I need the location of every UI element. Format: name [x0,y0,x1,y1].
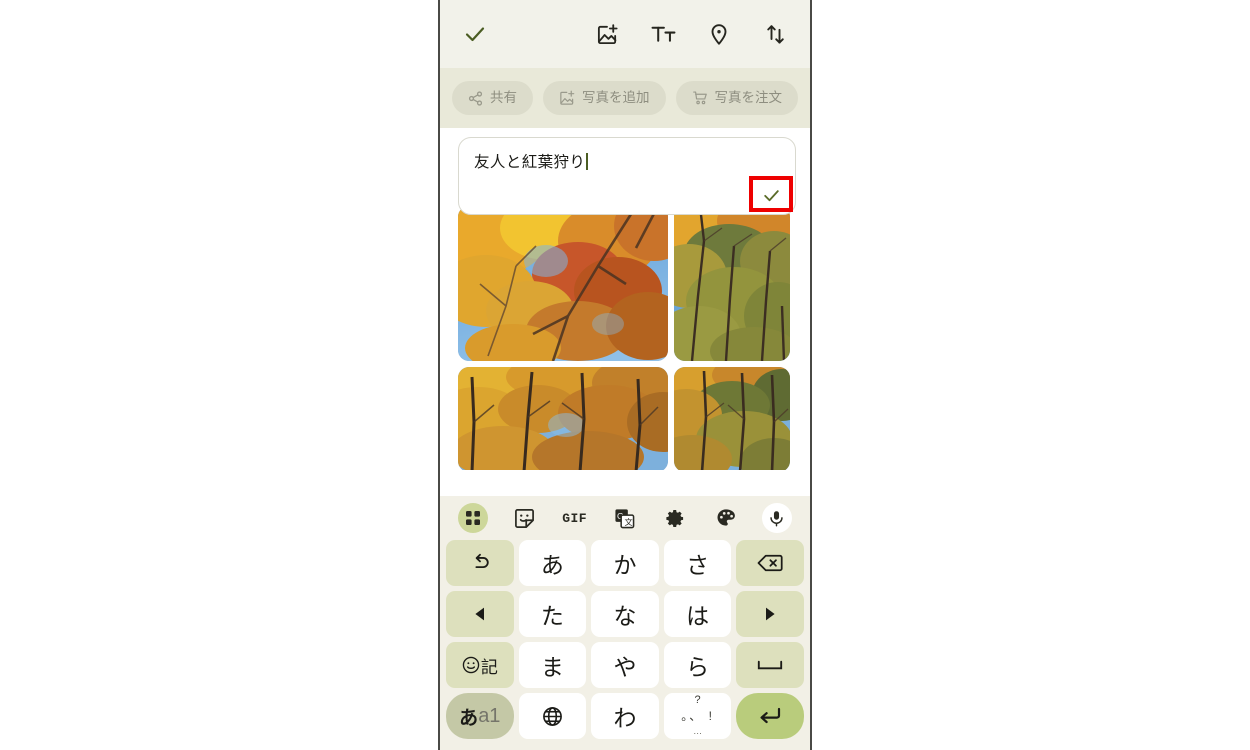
keyboard-row: あ a1 わ ? 。、 ! … [446,693,804,739]
chip-share-label: 共有 [490,90,517,106]
location-pin-icon[interactable] [706,21,732,47]
title-confirm-check-icon[interactable] [757,183,785,207]
key-a[interactable]: あ [518,540,587,586]
share-icon [468,90,483,106]
phone-frame: 共有 写真を追加 写真を注文 友人と紅葉狩り GIF G 文 あ か さ た な… [438,0,812,750]
gif-label: GIF [562,510,588,526]
backspace-key[interactable] [736,540,804,586]
keyboard-rows: あ か さ た な は 記 ま や ら あ a1 わ ? 。、 ! … [440,540,810,739]
add-photo-icon [559,90,575,106]
photo-thumbnail[interactable] [458,367,668,470]
photo-grid-row [440,206,810,361]
photo-grid-row [440,367,810,470]
add-image-icon[interactable] [594,21,620,47]
emoji-symbol-content: 記 [462,653,498,678]
cursor-right-key[interactable] [736,591,804,637]
grid-apps-icon[interactable] [458,503,488,533]
gif-icon[interactable]: GIF [561,504,589,532]
gear-icon[interactable] [661,504,689,532]
emoji-symbol-key[interactable]: 記 [446,642,514,688]
keyboard-row: 記 ま や ら [446,642,804,688]
photo-thumbnail[interactable] [458,206,668,361]
punctuation-key[interactable]: ? 。、 ! … [663,693,732,739]
app-bar-actions [594,21,788,47]
key-wa[interactable]: わ [591,693,659,739]
question-mark: ? [694,694,701,706]
sticker-icon[interactable] [510,504,538,532]
chip-add-photo[interactable]: 写真を追加 [543,81,666,115]
key-ma[interactable]: ま [518,642,587,688]
more-dots-icon: … [693,726,703,736]
keyboard-row: あ か さ [446,540,804,586]
app-bar [440,0,810,68]
chip-order-photo-label: 写真を注文 [714,90,783,106]
key-ya[interactable]: や [591,642,659,688]
cursor-left-key[interactable] [446,591,514,637]
title-input-value: 友人と紅葉狩り [474,150,589,172]
chip-share[interactable]: 共有 [452,81,533,115]
photo-grid [440,206,810,470]
confirm-check-icon[interactable] [462,21,488,47]
photo-thumbnail[interactable] [674,206,790,361]
key-ra[interactable]: ら [663,642,732,688]
key-ka[interactable]: か [591,540,659,586]
keyboard-toolbar: GIF G 文 [440,496,810,540]
title-input-card[interactable]: 友人と紅葉狩り [458,137,796,215]
text-caret [586,153,589,170]
enter-key[interactable] [736,693,804,739]
key-na[interactable]: な [591,591,659,637]
microphone-icon[interactable] [761,503,792,533]
globe-key[interactable] [518,693,587,739]
keyboard: GIF G 文 あ か さ た な は 記 ま や ら あ a1 わ ? 。、 … [440,496,810,750]
key-ta[interactable]: た [518,591,587,637]
sort-icon[interactable] [762,21,788,47]
input-mode-alnum: a1 [478,704,501,727]
key-sa[interactable]: さ [663,540,732,586]
content-area: 友人と紅葉狩り [440,128,810,470]
input-mode-key[interactable]: あ a1 [446,693,514,739]
smiley-icon [462,656,480,674]
undo-key[interactable] [446,540,514,586]
chip-order-photo[interactable]: 写真を注文 [675,81,798,115]
palette-icon[interactable] [712,504,740,532]
input-mode-kana: あ [459,707,479,729]
action-chips-row: 共有 写真を追加 写真を注文 [440,68,810,128]
keyboard-row: た な は [446,591,804,637]
text-format-icon[interactable] [650,21,676,47]
translate-icon[interactable]: G 文 [611,504,639,532]
punctuation-marks: 。、 ! [681,709,714,723]
title-input-text: 友人と紅葉狩り [474,154,586,171]
svg-text:文: 文 [625,516,633,526]
cart-icon [692,90,708,106]
symbol-label: 記 [480,657,498,677]
chip-add-photo-label: 写真を追加 [582,90,650,106]
app-bar-left [462,21,488,47]
space-key[interactable] [736,642,804,688]
key-ha[interactable]: は [663,591,732,637]
photo-thumbnail[interactable] [674,367,790,470]
